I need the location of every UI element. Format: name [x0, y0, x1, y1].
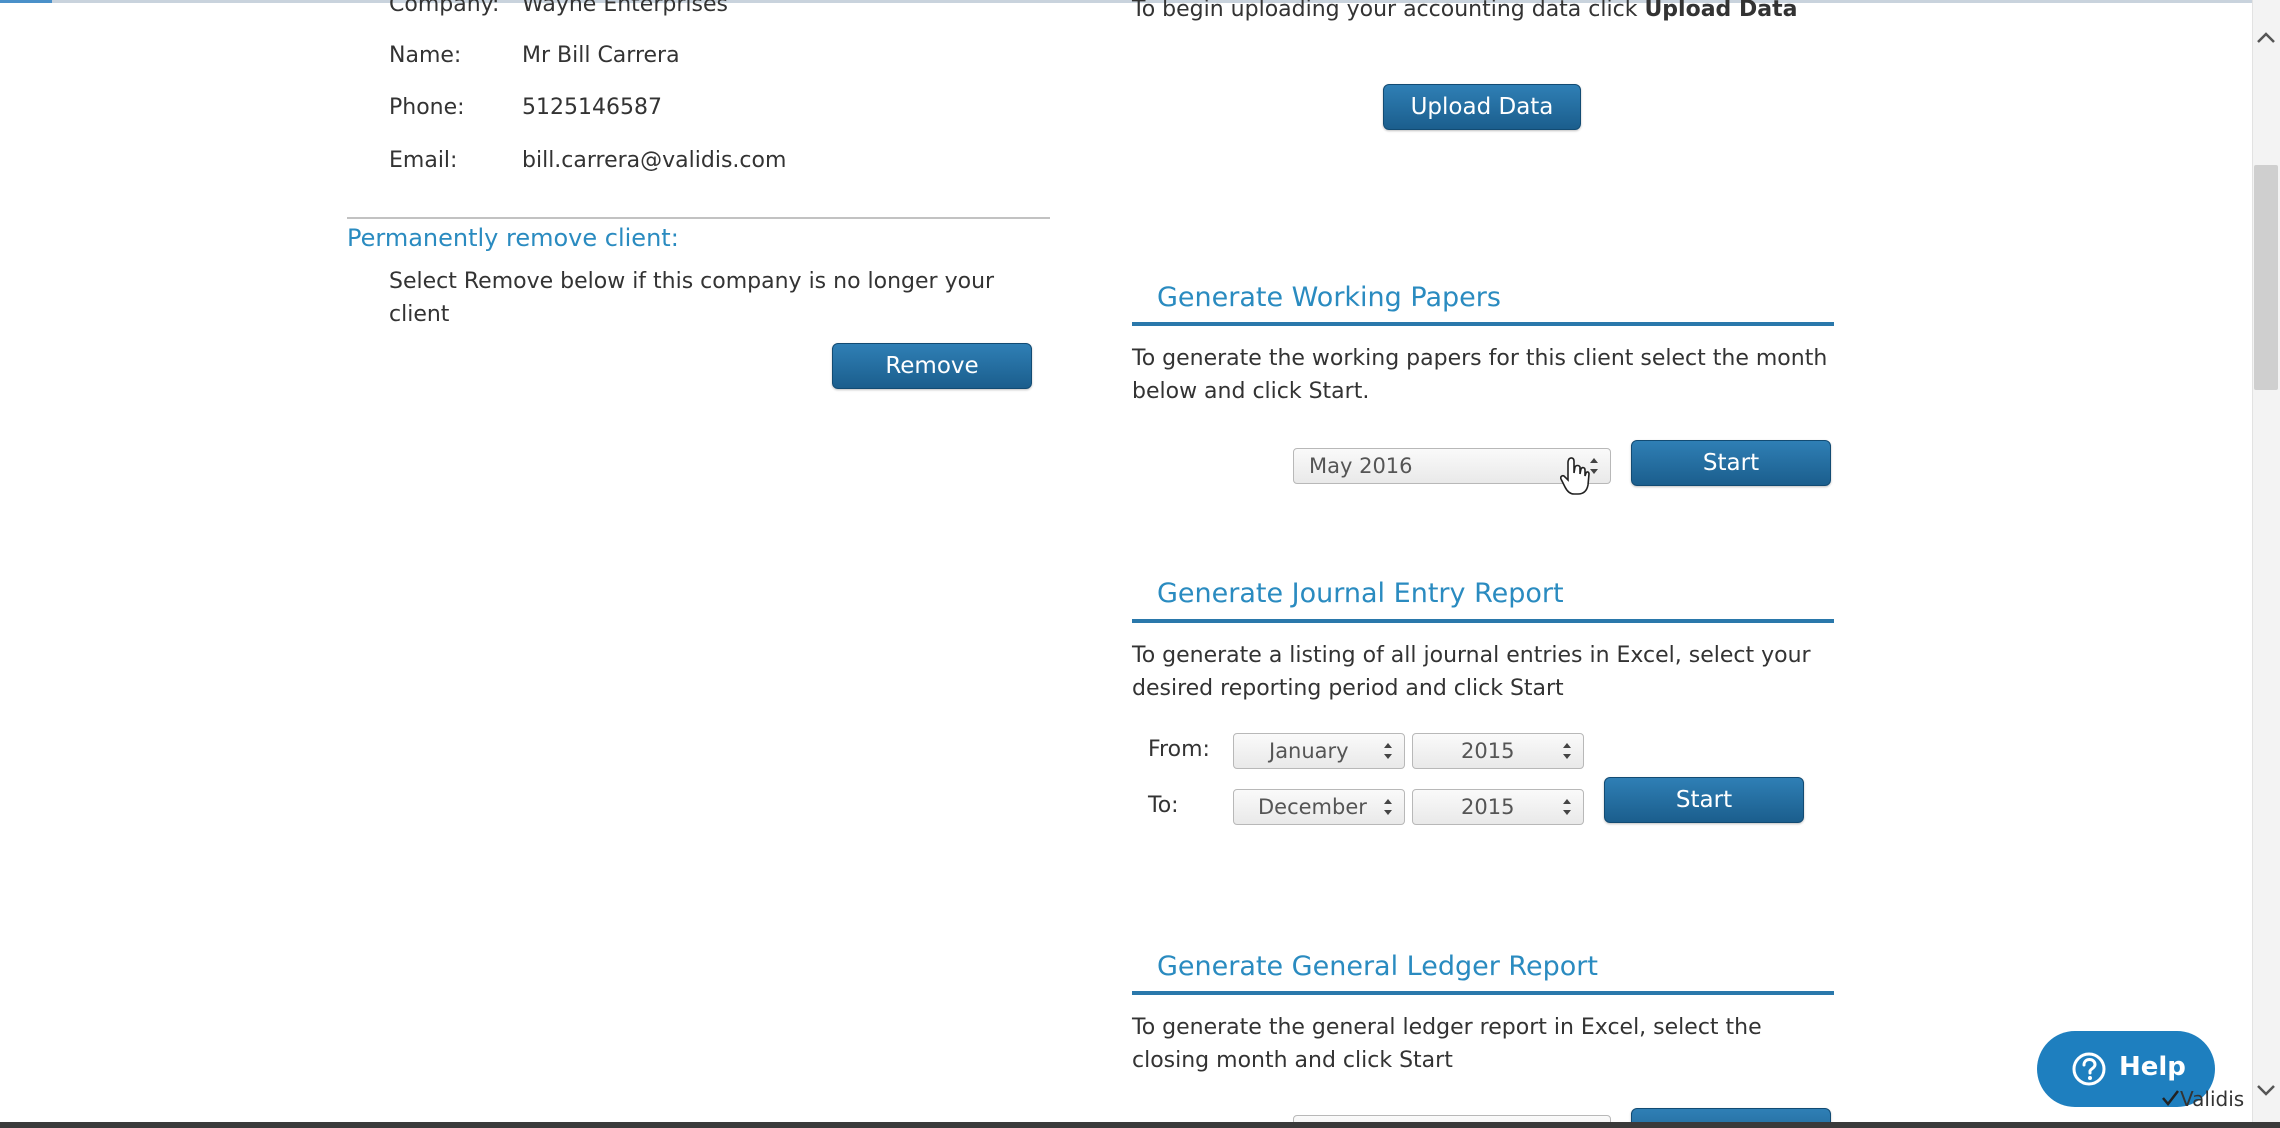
- select-arrows-icon: [1563, 743, 1571, 759]
- to-month-value: December: [1258, 795, 1367, 819]
- working-papers-title: Generate Working Papers: [1157, 282, 1501, 313]
- working-papers-description: To generate the working papers for this …: [1132, 346, 1828, 404]
- hand-cursor-icon: [1560, 457, 1590, 495]
- top-border-accent: [0, 0, 52, 3]
- select-arrows-icon: [1563, 799, 1571, 815]
- working-papers-rule: [1132, 322, 1834, 326]
- working-papers-month-value: May 2016: [1309, 454, 1413, 478]
- to-month-select[interactable]: December: [1233, 789, 1405, 825]
- upload-intro-bold: Upload Data: [1644, 0, 1798, 22]
- journal-entry-title: Generate Journal Entry Report: [1157, 578, 1564, 609]
- scroll-up-icon[interactable]: [2254, 28, 2278, 48]
- remove-client-heading: Permanently remove client:: [347, 224, 679, 252]
- top-border: [0, 0, 2252, 3]
- email-label: Email:: [389, 148, 458, 173]
- email-value: bill.carrera@validis.com: [522, 148, 787, 173]
- page: Company: Wayne Enterprises Name: Mr Bill…: [0, 0, 2280, 1128]
- name-value: Mr Bill Carrera: [522, 43, 680, 68]
- from-year-select[interactable]: 2015: [1412, 733, 1584, 769]
- bottom-edge: [0, 1122, 2280, 1128]
- scroll-down-icon[interactable]: [2254, 1080, 2278, 1100]
- phone-label: Phone:: [389, 95, 465, 120]
- phone-value: 5125146587: [522, 95, 662, 120]
- upload-intro-text: To begin uploading your accounting data …: [1132, 0, 1645, 22]
- working-papers-start-button[interactable]: Start: [1631, 440, 1831, 486]
- journal-entry-rule: [1132, 619, 1834, 623]
- question-circle-icon: [2072, 1052, 2106, 1086]
- checkmark-icon: [2162, 1090, 2179, 1106]
- upload-data-button[interactable]: Upload Data: [1383, 84, 1581, 130]
- from-label: From:: [1148, 737, 1210, 762]
- select-arrows-icon: [1384, 743, 1392, 759]
- journal-entry-start-button[interactable]: Start: [1604, 777, 1804, 823]
- company-value: Wayne Enterprises: [522, 0, 728, 17]
- section-divider: [347, 217, 1050, 219]
- from-month-value: January: [1269, 739, 1349, 763]
- remove-client-description: Select Remove below if this company is n…: [389, 269, 995, 327]
- upload-intro: To begin uploading your accounting data …: [1132, 0, 1797, 26]
- general-ledger-rule: [1132, 991, 1834, 995]
- general-ledger-title: Generate General Ledger Report: [1157, 951, 1598, 982]
- scrollbar-thumb[interactable]: [2254, 165, 2278, 390]
- to-year-select[interactable]: 2015: [1412, 789, 1584, 825]
- general-ledger-description: To generate the general ledger report in…: [1132, 1015, 1762, 1073]
- brand-watermark: Validis: [2180, 1087, 2245, 1111]
- help-label: Help: [2119, 1052, 2186, 1082]
- remove-button[interactable]: Remove: [832, 343, 1032, 389]
- to-label: To:: [1148, 793, 1179, 818]
- journal-entry-description: To generate a listing of all journal ent…: [1132, 643, 1811, 701]
- from-year-value: 2015: [1461, 739, 1515, 763]
- name-label: Name:: [389, 43, 462, 68]
- to-year-value: 2015: [1461, 795, 1515, 819]
- company-label: Company:: [389, 0, 500, 17]
- from-month-select[interactable]: January: [1233, 733, 1405, 769]
- select-arrows-icon: [1384, 799, 1392, 815]
